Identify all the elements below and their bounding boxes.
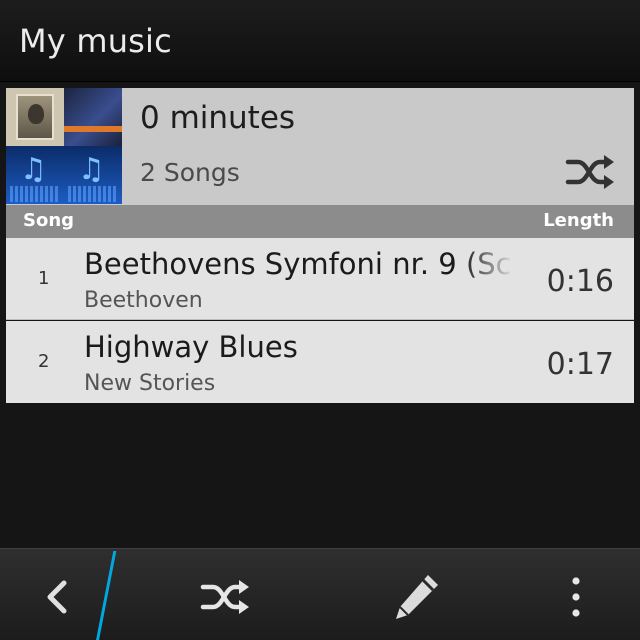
song-row[interactable]: 1 Beethovens Symfoni nr. 9 (Sc Beethoven… bbox=[6, 238, 634, 320]
playlist-duration: 0 minutes bbox=[140, 100, 296, 136]
song-artist: New Stories bbox=[84, 371, 216, 396]
title-bar: My music bbox=[0, 0, 640, 82]
song-title: Highway Blues bbox=[84, 330, 298, 364]
back-button[interactable] bbox=[0, 549, 118, 640]
album-art-beethoven bbox=[6, 88, 64, 146]
album-art-placeholder: ♫ bbox=[64, 146, 122, 204]
back-icon bbox=[47, 580, 67, 614]
column-header: Song Length bbox=[6, 205, 634, 238]
track-number: 2 bbox=[38, 351, 50, 372]
action-bar bbox=[0, 548, 640, 640]
song-row[interactable]: 2 Highway Blues New Stories 0:17 bbox=[6, 321, 634, 403]
playlist-header: ♫ ♫ 0 minutes 2 Songs bbox=[6, 88, 634, 205]
song-length: 0:17 bbox=[546, 347, 614, 382]
music-note-icon: ♫ bbox=[20, 152, 47, 187]
song-length: 0:16 bbox=[546, 264, 614, 299]
page-title: My music bbox=[19, 22, 172, 60]
shuffle-icon[interactable] bbox=[564, 152, 616, 192]
song-title: Beethovens Symfoni nr. 9 (Sc bbox=[84, 247, 512, 281]
track-number: 1 bbox=[38, 268, 50, 289]
album-art-new-stories bbox=[64, 88, 122, 146]
column-length: Length bbox=[543, 210, 614, 231]
album-art-collage: ♫ ♫ bbox=[6, 88, 122, 205]
pencil-icon[interactable] bbox=[392, 571, 442, 623]
shuffle-icon[interactable] bbox=[198, 577, 252, 617]
music-note-icon: ♫ bbox=[78, 152, 105, 187]
overflow-menu-icon[interactable] bbox=[569, 575, 583, 619]
column-song: Song bbox=[23, 210, 75, 231]
album-art-placeholder: ♫ bbox=[6, 146, 64, 204]
accent-divider bbox=[94, 551, 117, 640]
playlist-song-count: 2 Songs bbox=[140, 158, 240, 187]
song-artist: Beethoven bbox=[84, 288, 203, 313]
